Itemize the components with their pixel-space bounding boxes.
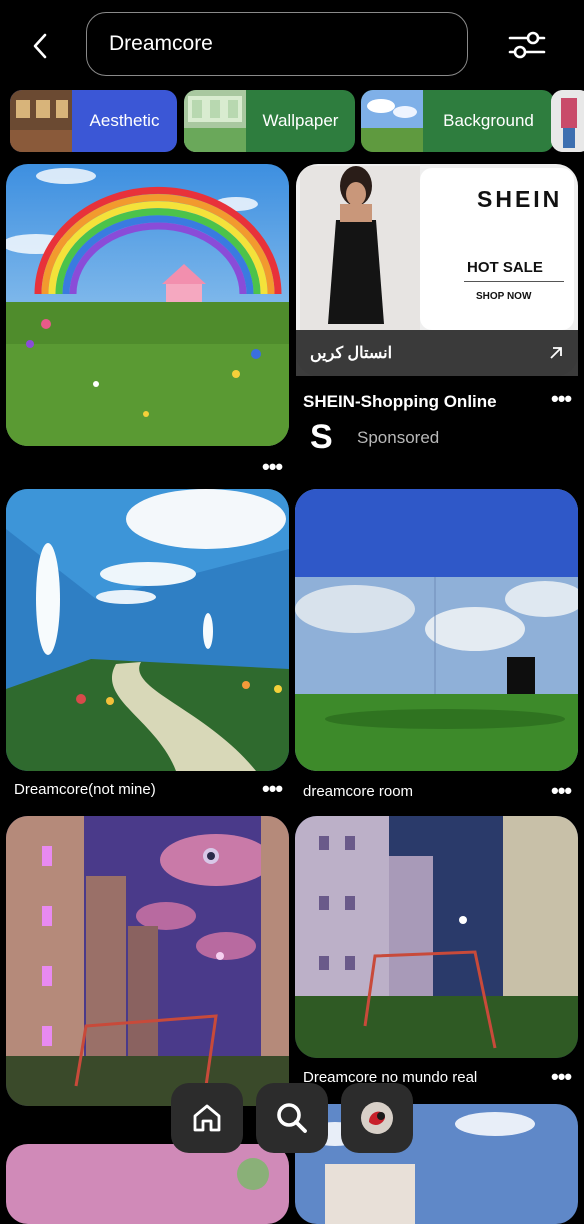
pin-partial-left[interactable] — [6, 1144, 289, 1224]
ad-cta-label: انستال کریں — [310, 345, 393, 362]
external-link-icon — [550, 347, 562, 359]
pin-image — [6, 489, 289, 771]
pin-purple-buildings[interactable] — [6, 816, 289, 1106]
pin-more-button[interactable]: ••• — [262, 456, 283, 478]
filter-button[interactable] — [506, 26, 548, 64]
pin-image — [295, 489, 578, 771]
pin-night-swings[interactable] — [295, 816, 578, 1058]
ad-hot-sale: HOT SALE — [467, 259, 543, 276]
nav-search-button[interactable] — [256, 1083, 328, 1153]
pin-rainbow-meadow[interactable] — [6, 164, 289, 446]
chip-thumbnail — [361, 90, 423, 152]
chevron-left-icon — [33, 33, 47, 59]
ad-title[interactable]: SHEIN-Shopping Online — [303, 392, 497, 412]
pin-blue-corridor[interactable] — [6, 489, 289, 771]
avatar — [361, 1102, 393, 1134]
search-field[interactable] — [86, 12, 468, 76]
advertiser-logo[interactable]: S — [310, 420, 344, 454]
chip-label: Wallpaper — [262, 111, 339, 130]
chip-thumbnail — [551, 90, 584, 152]
pin-more-button[interactable]: ••• — [551, 780, 572, 802]
sponsored-label: Sponsored — [357, 428, 440, 447]
ad-divider — [464, 281, 564, 282]
chip-thumbnail — [10, 90, 72, 152]
chip-wallpaper[interactable]: Wallpaper — [184, 90, 355, 152]
chip-label: Aesthetic — [89, 111, 160, 130]
ad-more-button[interactable]: ••• — [551, 388, 572, 410]
nav-home-button[interactable] — [171, 1083, 243, 1153]
chip-aesthetic[interactable]: Aesthetic — [10, 90, 177, 152]
pin-image — [6, 1144, 289, 1224]
ad-cta-bar[interactable]: انستال کریں — [296, 330, 578, 376]
nav-profile-button[interactable] — [341, 1083, 413, 1153]
ad-shop-now: SHOP NOW — [476, 291, 532, 302]
pin-partial-right[interactable] — [295, 1104, 578, 1224]
back-button[interactable] — [22, 28, 58, 64]
chip-label: Background — [443, 111, 534, 130]
search-icon — [277, 1103, 307, 1133]
pin-more-button[interactable]: ••• — [551, 1066, 572, 1088]
chip-thumbnail — [184, 90, 246, 152]
home-icon — [193, 1104, 221, 1132]
pin-more-button[interactable]: ••• — [262, 778, 283, 800]
pin-caption: dreamcore room — [303, 783, 414, 800]
pin-sky-room[interactable] — [295, 489, 578, 771]
chip-background[interactable]: Background — [361, 90, 554, 152]
chip-partial[interactable] — [551, 90, 584, 152]
related-search-chips: Aesthetic Wallpaper Background — [10, 90, 584, 152]
ad-brand-banner: SHEIN — [477, 186, 563, 212]
pin-image — [6, 164, 289, 446]
pin-caption: Dreamcore(not mine) — [14, 781, 156, 798]
pin-image — [295, 816, 578, 1058]
search-input[interactable] — [107, 31, 467, 57]
sliders-icon — [508, 31, 546, 59]
pin-image — [295, 1104, 578, 1224]
pin-image — [6, 816, 289, 1106]
